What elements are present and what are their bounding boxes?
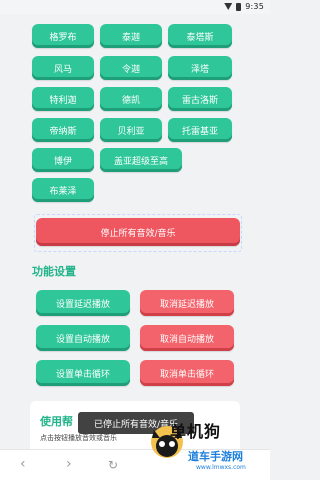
watermark-subtitle: 道车手游网 bbox=[188, 450, 243, 463]
wifi-icon bbox=[224, 3, 233, 10]
set-autoplay-button[interactable]: 设置自动播放 bbox=[36, 325, 130, 351]
status-time: 9:35 bbox=[245, 2, 264, 11]
cancel-delay-button[interactable]: 取消延迟播放 bbox=[140, 290, 234, 316]
help-text: 点击按钮播放音效或音乐 bbox=[40, 434, 117, 442]
battery-icon bbox=[236, 2, 242, 11]
back-icon[interactable]: ‹ bbox=[20, 456, 26, 472]
stop-all-button[interactable]: 停止所有音效/音乐 bbox=[36, 218, 240, 246]
refresh-icon[interactable]: ↻ bbox=[108, 458, 118, 472]
forward-icon[interactable]: › bbox=[66, 456, 72, 472]
set-delay-button[interactable]: 设置延迟播放 bbox=[36, 290, 130, 316]
app-content: 格罗布 泰迦 泰塔斯 风马 令迦 泽塔 特利迦 德凯 雷古洛斯 帝纳斯 贝利亚 … bbox=[0, 0, 270, 480]
sound-button[interactable]: 雷古洛斯 bbox=[168, 87, 232, 111]
sound-button[interactable]: 令迦 bbox=[100, 56, 162, 80]
watermark-title: 单机狗 bbox=[170, 422, 222, 441]
sound-button[interactable]: 泰塔斯 bbox=[168, 24, 232, 48]
sound-button[interactable]: 泽塔 bbox=[168, 56, 232, 80]
sound-button[interactable]: 托雷基亚 bbox=[168, 118, 232, 142]
cancel-autoplay-button[interactable]: 取消自动播放 bbox=[140, 325, 234, 351]
status-bar: 9:35 bbox=[0, 0, 270, 14]
sound-button[interactable]: 泰迦 bbox=[100, 24, 162, 48]
cancel-loop-button[interactable]: 取消单击循环 bbox=[140, 360, 234, 386]
sound-button[interactable]: 布莱泽 bbox=[32, 178, 94, 202]
sound-button[interactable]: 帝纳斯 bbox=[32, 118, 94, 142]
set-loop-button[interactable]: 设置单击循环 bbox=[36, 360, 130, 386]
help-title: 使用帮 bbox=[40, 415, 73, 428]
sound-button[interactable]: 盖亚超级至高 bbox=[100, 148, 182, 172]
sound-button[interactable]: 德凯 bbox=[100, 87, 162, 111]
settings-title: 功能设置 bbox=[32, 265, 76, 278]
sound-button[interactable]: 格罗布 bbox=[32, 24, 94, 48]
sound-button[interactable]: 特利迦 bbox=[32, 87, 94, 111]
sound-button[interactable]: 风马 bbox=[32, 56, 94, 80]
sound-button[interactable]: 博伊 bbox=[32, 148, 94, 172]
watermark-url: www.lmwxs.com bbox=[196, 464, 246, 471]
sound-button[interactable]: 贝利亚 bbox=[100, 118, 162, 142]
